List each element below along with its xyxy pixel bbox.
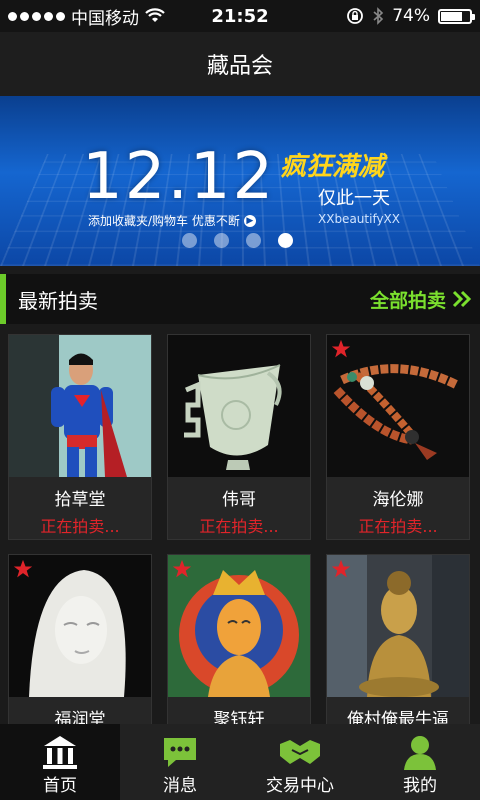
auction-card[interactable]: 拾草堂 正在拍卖... bbox=[8, 334, 152, 540]
featured-star-icon bbox=[13, 559, 33, 578]
featured-star-icon bbox=[331, 339, 351, 358]
navigation-bar: 藏品会 bbox=[0, 32, 480, 96]
page-indicators bbox=[182, 233, 293, 248]
banner-only-today: 仅此一天 bbox=[318, 188, 390, 209]
auction-name: 海伦娜 bbox=[372, 490, 424, 510]
page-dot[interactable] bbox=[214, 233, 229, 248]
section-header-latest-auctions: 最新拍卖 全部拍卖 bbox=[0, 274, 480, 324]
tab-label: 我的 bbox=[403, 776, 437, 796]
all-auctions-link[interactable]: 全部拍卖 bbox=[370, 286, 472, 313]
rotation-lock-icon bbox=[347, 8, 364, 24]
page-dot[interactable] bbox=[246, 233, 261, 248]
auction-name: 拾草堂 bbox=[54, 490, 106, 510]
tab-trading-center[interactable]: 交易中心 bbox=[240, 724, 360, 800]
promo-banner[interactable]: 12.12 疯狂满减 仅此一天 添加收藏夹/购物车 优惠不断 ▶ XXbeaut… bbox=[0, 96, 480, 266]
home-icon bbox=[43, 736, 77, 769]
arrow-right-icon: ▶ bbox=[243, 214, 256, 227]
auction-status: 正在拍卖... bbox=[199, 517, 279, 536]
tab-messages[interactable]: 消息 bbox=[120, 724, 240, 800]
auction-grid: 拾草堂 正在拍卖... 伟哥 正在拍卖... 海伦娜 正在拍卖... 福润堂 聚… bbox=[0, 332, 480, 760]
banner-date: 12.12 bbox=[82, 140, 276, 214]
tab-label: 消息 bbox=[163, 776, 197, 796]
user-icon bbox=[404, 736, 436, 770]
featured-star-icon bbox=[172, 559, 192, 578]
section-title: 最新拍卖 bbox=[18, 288, 98, 313]
auction-status: 正在拍卖... bbox=[358, 517, 438, 536]
banner-subtitle: 添加收藏夹/购物车 优惠不断 ▶ bbox=[88, 212, 256, 229]
auction-name: 伟哥 bbox=[222, 490, 256, 510]
auction-card[interactable]: 伟哥 正在拍卖... bbox=[167, 334, 311, 540]
page-dot[interactable] bbox=[278, 233, 293, 248]
superman-statue-image bbox=[9, 335, 151, 477]
battery-percent: 74% bbox=[392, 6, 430, 26]
tab-label: 首页 bbox=[43, 776, 77, 796]
featured-star-icon bbox=[331, 559, 351, 578]
bluetooth-icon bbox=[373, 7, 384, 25]
double-chevron-right-icon bbox=[452, 290, 472, 308]
banner-brand: XXbeautifyXX bbox=[318, 212, 400, 226]
banner-promo: 疯狂满减 bbox=[280, 152, 385, 182]
handshake-icon bbox=[280, 740, 320, 764]
banner-subtitle-text: 添加收藏夹/购物车 优惠不断 bbox=[88, 214, 240, 228]
tab-label: 交易中心 bbox=[266, 776, 334, 796]
all-auctions-label: 全部拍卖 bbox=[369, 289, 446, 312]
tab-profile[interactable]: 我的 bbox=[360, 724, 480, 800]
auction-card[interactable]: 海伦娜 正在拍卖... bbox=[326, 334, 470, 540]
jade-cup-image bbox=[168, 335, 310, 477]
status-bar: 中国移动 21:52 74% bbox=[0, 0, 480, 32]
auction-status: 正在拍卖... bbox=[40, 517, 120, 536]
tab-bar: 首页 消息 交易中心 我的 bbox=[0, 724, 480, 800]
battery-icon bbox=[438, 8, 475, 24]
page-title: 藏品会 bbox=[206, 54, 273, 79]
tab-home[interactable]: 首页 bbox=[0, 724, 120, 800]
message-icon bbox=[164, 738, 196, 767]
page-dot[interactable] bbox=[182, 233, 197, 248]
